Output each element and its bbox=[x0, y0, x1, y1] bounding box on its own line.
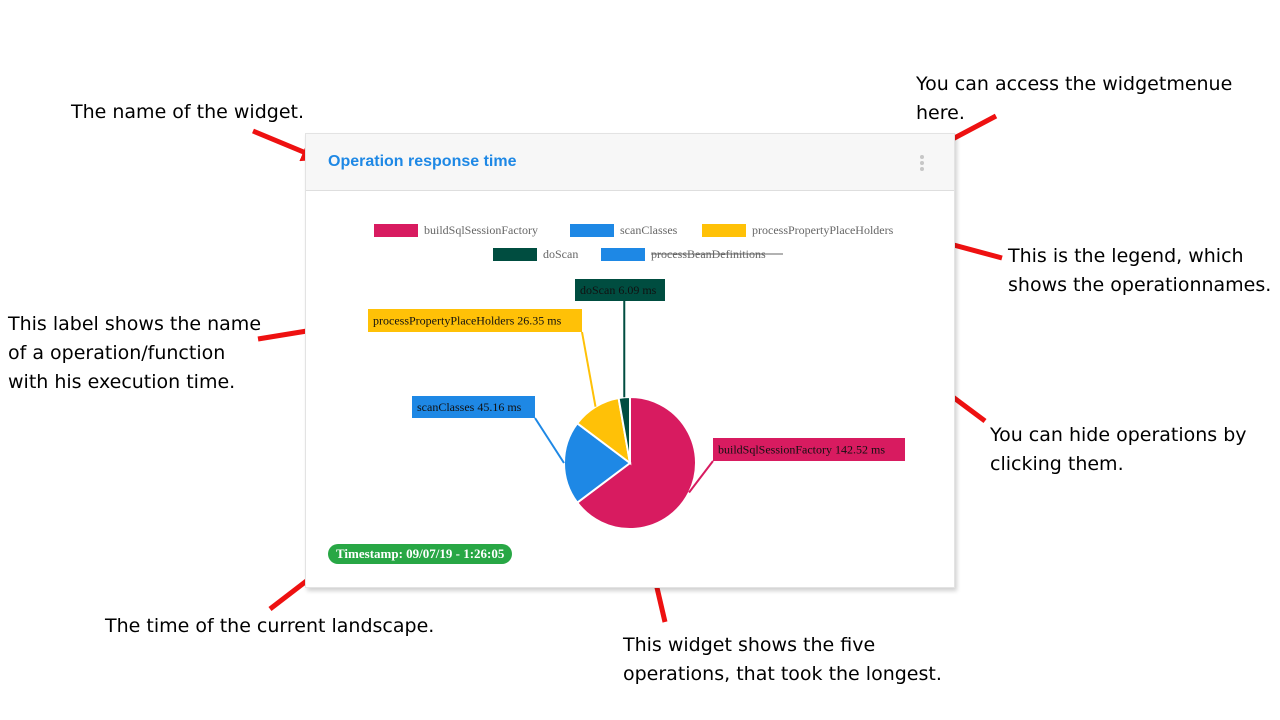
data-label-processPropertyPlaceHolders: processPropertyPlaceHolders 26.35 ms bbox=[373, 314, 562, 328]
legend-swatch bbox=[702, 224, 746, 237]
leader-line-processPropertyPlaceHolders bbox=[581, 331, 597, 407]
legend-item-doScan[interactable]: doScan bbox=[493, 247, 578, 261]
data-label-buildSqlSessionFactory: buildSqlSessionFactory 142.52 ms bbox=[718, 443, 885, 457]
legend-label: processPropertyPlaceHolders bbox=[752, 223, 894, 237]
widget-title: Operation response time bbox=[328, 153, 517, 170]
pie-chart: buildSqlSessionFactory scanClasses process… bbox=[368, 223, 905, 530]
annotation-operation-label: This label shows the name of a operation… bbox=[8, 313, 262, 393]
data-label-doScan: doScan 6.09 ms bbox=[580, 283, 657, 297]
widget-header: Operation response time bbox=[306, 134, 954, 191]
legend-swatch bbox=[374, 224, 418, 237]
legend-item-scanClasses[interactable]: scanClasses bbox=[570, 223, 678, 237]
annotation-widget-menu: You can access the widgetmenue here. bbox=[916, 73, 1233, 124]
legend-label: buildSqlSessionFactory bbox=[424, 223, 538, 237]
annotation-widget-purpose: This widget shows the five operations, t… bbox=[623, 634, 942, 685]
legend-swatch bbox=[601, 248, 645, 261]
legend-label: doScan bbox=[543, 247, 578, 261]
vertical-ellipsis-icon[interactable] bbox=[917, 154, 927, 172]
data-label-scanClasses: scanClasses 45.16 ms bbox=[417, 400, 522, 414]
annotation-timestamp: The time of the current landscape. bbox=[105, 615, 435, 637]
timestamp-badge: Timestamp: 09/07/19 - 1:26:05 bbox=[328, 544, 513, 564]
legend-item-buildSqlSessionFactory[interactable]: buildSqlSessionFactory bbox=[374, 223, 538, 237]
annotation-widget-name: The name of the widget. bbox=[71, 101, 304, 123]
leader-line-scanClasses bbox=[534, 417, 565, 464]
operation-response-widget: Operation response time buildSqlSessionF… bbox=[305, 133, 955, 588]
annotation-legend: This is the legend, which shows the oper… bbox=[1008, 245, 1272, 296]
legend-item-processBeanDefinitions[interactable]: processBeanDefinitions bbox=[601, 247, 783, 261]
legend-item-processPropertyPlaceHolders[interactable]: processPropertyPlaceHolders bbox=[702, 223, 894, 237]
legend-swatch bbox=[493, 248, 537, 261]
annotation-hide-operations: You can hide operations by clicking them… bbox=[990, 424, 1247, 475]
legend-swatch bbox=[570, 224, 614, 237]
legend-label: scanClasses bbox=[620, 223, 678, 237]
